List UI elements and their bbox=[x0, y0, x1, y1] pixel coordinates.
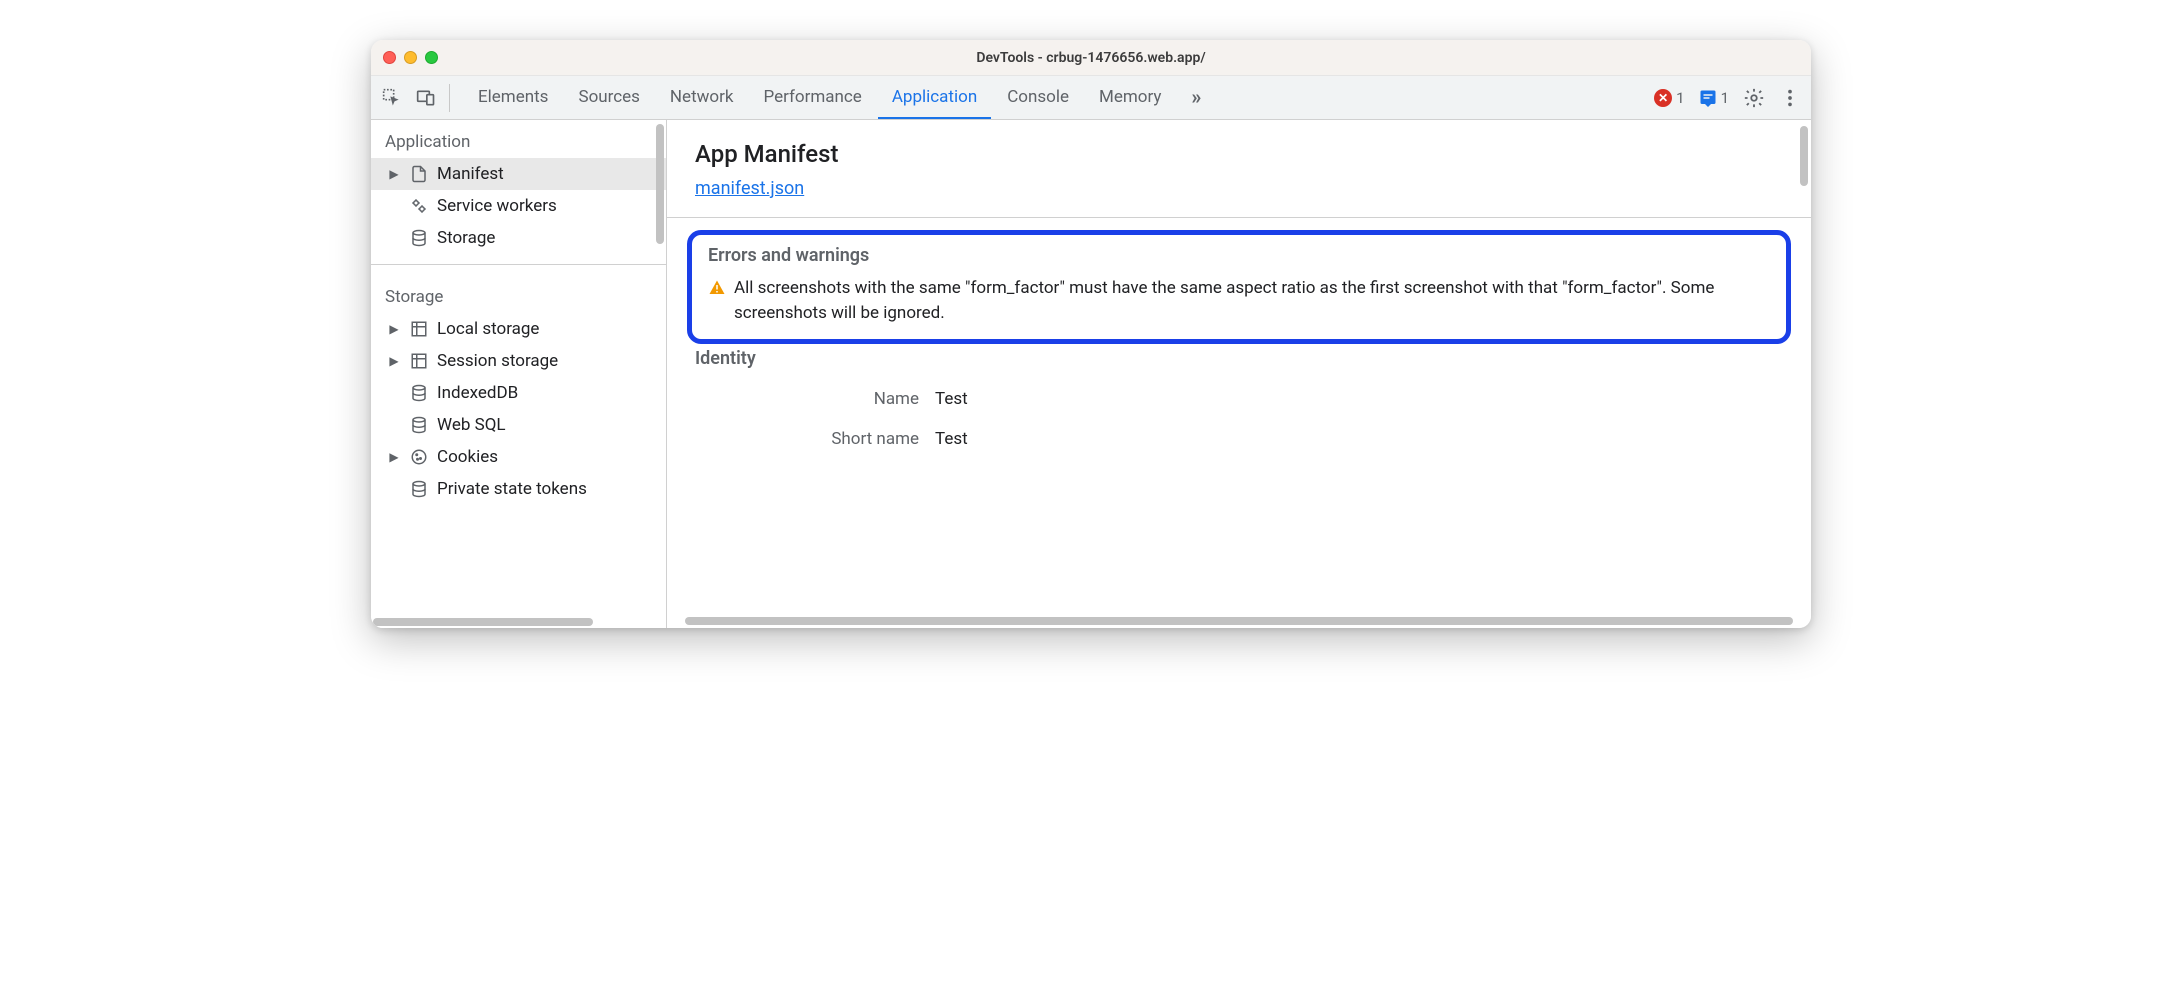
sidebar-horizontal-scrollbar[interactable] bbox=[373, 618, 593, 626]
issue-count-value: 1 bbox=[1721, 89, 1729, 107]
sidebar-item-label: IndexedDB bbox=[437, 383, 518, 403]
page-title: App Manifest bbox=[695, 140, 1783, 168]
sidebar-section-storage: Storage bbox=[371, 275, 666, 313]
tab-console[interactable]: Console bbox=[993, 77, 1083, 119]
tab-application[interactable]: Application bbox=[878, 77, 991, 119]
sidebar: Application ▶ Manifest Service workers bbox=[371, 120, 667, 628]
sidebar-item-local-storage[interactable]: ▶ Local storage bbox=[371, 313, 666, 345]
divider bbox=[667, 217, 1811, 218]
tab-network[interactable]: Network bbox=[656, 77, 748, 119]
devtools-window: DevTools - crbug-1476656.web.app/ Elemen… bbox=[371, 40, 1811, 628]
table-icon bbox=[409, 319, 429, 339]
errors-warnings-section: Errors and warnings All screenshots with… bbox=[687, 230, 1791, 344]
database-icon bbox=[409, 228, 429, 248]
identity-field-shortname: Short name Test bbox=[695, 419, 1783, 459]
window-close-button[interactable] bbox=[383, 51, 396, 64]
manifest-link[interactable]: manifest.json bbox=[695, 178, 804, 199]
warning-icon bbox=[708, 279, 726, 297]
field-value: Test bbox=[935, 429, 968, 449]
body: Application ▶ Manifest Service workers bbox=[371, 120, 1811, 628]
chevron-right-icon: ▶ bbox=[387, 354, 401, 368]
database-icon bbox=[409, 383, 429, 403]
tab-performance[interactable]: Performance bbox=[749, 77, 875, 119]
sidebar-section-application: Application bbox=[371, 120, 666, 158]
cookie-icon bbox=[409, 447, 429, 467]
tab-memory[interactable]: Memory bbox=[1085, 77, 1175, 119]
main-panel: App Manifest manifest.json Errors and wa… bbox=[667, 120, 1811, 628]
identity-section: Identity Name Test Short name Test bbox=[695, 344, 1783, 459]
more-options-button[interactable] bbox=[1779, 87, 1801, 109]
sidebar-item-storage[interactable]: Storage bbox=[371, 222, 666, 254]
identity-heading: Identity bbox=[695, 348, 1783, 369]
main-content: App Manifest manifest.json Errors and wa… bbox=[667, 124, 1811, 471]
chevron-right-icon: ▶ bbox=[387, 450, 401, 464]
settings-button[interactable] bbox=[1743, 87, 1765, 109]
warning-row: All screenshots with the same "form_fact… bbox=[708, 276, 1770, 325]
sidebar-item-service-workers[interactable]: Service workers bbox=[371, 190, 666, 222]
tabs: Elements Sources Network Performance App… bbox=[454, 77, 1642, 119]
table-icon bbox=[409, 351, 429, 371]
sidebar-vertical-scrollbar[interactable] bbox=[656, 124, 664, 244]
gears-icon bbox=[409, 196, 429, 216]
chevron-right-icon: ▶ bbox=[387, 322, 401, 336]
sidebar-item-label: Storage bbox=[437, 228, 495, 248]
sidebar-item-websql[interactable]: Web SQL bbox=[371, 409, 666, 441]
sidebar-item-private-state-tokens[interactable]: Private state tokens bbox=[371, 473, 666, 505]
sidebar-item-label: Session storage bbox=[437, 351, 558, 371]
toolbar-left bbox=[381, 84, 450, 112]
tab-elements[interactable]: Elements bbox=[464, 77, 562, 119]
divider bbox=[371, 264, 666, 265]
sidebar-item-label: Private state tokens bbox=[437, 479, 587, 499]
document-icon bbox=[409, 164, 429, 184]
tabs-overflow-button[interactable]: » bbox=[1177, 77, 1215, 119]
sidebar-item-label: Cookies bbox=[437, 447, 498, 467]
main-vertical-scrollbar[interactable] bbox=[1800, 126, 1808, 186]
window-minimize-button[interactable] bbox=[404, 51, 417, 64]
error-icon: ✕ bbox=[1654, 89, 1672, 107]
issue-icon bbox=[1699, 89, 1717, 107]
sidebar-item-label: Web SQL bbox=[437, 415, 506, 435]
field-label: Short name bbox=[695, 429, 935, 449]
chevron-right-icon: ▶ bbox=[387, 167, 401, 181]
errors-heading: Errors and warnings bbox=[708, 245, 1770, 266]
field-value: Test bbox=[935, 389, 968, 409]
sidebar-item-session-storage[interactable]: ▶ Session storage bbox=[371, 345, 666, 377]
issue-count[interactable]: 1 bbox=[1699, 89, 1729, 107]
toolbar: Elements Sources Network Performance App… bbox=[371, 76, 1811, 120]
sidebar-item-indexeddb[interactable]: IndexedDB bbox=[371, 377, 666, 409]
error-count-value: 1 bbox=[1676, 89, 1684, 107]
database-icon bbox=[409, 479, 429, 499]
window-maximize-button[interactable] bbox=[425, 51, 438, 64]
sidebar-item-label: Local storage bbox=[437, 319, 539, 339]
sidebar-item-cookies[interactable]: ▶ Cookies bbox=[371, 441, 666, 473]
warning-text: All screenshots with the same "form_fact… bbox=[734, 276, 1770, 325]
sidebar-item-label: Manifest bbox=[437, 164, 504, 184]
sidebar-item-label: Service workers bbox=[437, 196, 557, 216]
device-toolbar-icon[interactable] bbox=[415, 87, 437, 109]
tab-sources[interactable]: Sources bbox=[564, 77, 653, 119]
identity-field-name: Name Test bbox=[695, 379, 1783, 419]
field-label: Name bbox=[695, 389, 935, 409]
main-horizontal-scrollbar[interactable] bbox=[685, 617, 1793, 625]
sidebar-item-manifest[interactable]: ▶ Manifest bbox=[371, 158, 666, 190]
toolbar-right: ✕ 1 1 bbox=[1646, 87, 1801, 109]
window-title: DevTools - crbug-1476656.web.app/ bbox=[371, 50, 1811, 66]
inspect-element-icon[interactable] bbox=[381, 87, 403, 109]
error-count[interactable]: ✕ 1 bbox=[1654, 89, 1684, 107]
traffic-lights bbox=[383, 51, 438, 64]
titlebar: DevTools - crbug-1476656.web.app/ bbox=[371, 40, 1811, 76]
database-icon bbox=[409, 415, 429, 435]
